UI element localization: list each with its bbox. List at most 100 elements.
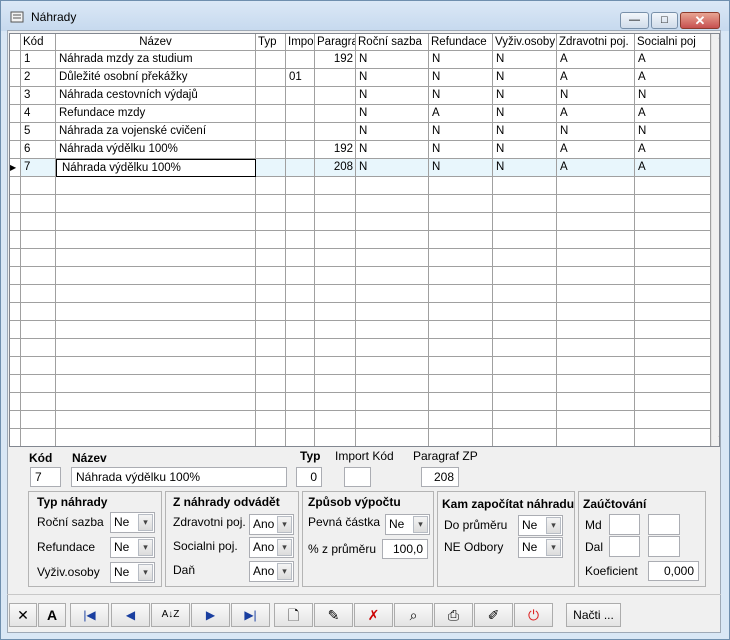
cell-refundace[interactable]: N [429, 123, 493, 141]
cell-zdravotni-poj[interactable]: N [557, 123, 635, 141]
md-input-1[interactable] [609, 514, 640, 535]
cell-vyziv-osoby[interactable]: N [493, 51, 557, 69]
cell-zdravotni-poj[interactable]: A [557, 105, 635, 123]
cell-import[interactable] [286, 87, 315, 105]
power-button[interactable]: ⏻ [514, 603, 553, 627]
cell-vyziv-osoby[interactable]: N [493, 141, 557, 159]
cell-zdravotni-poj[interactable]: A [557, 51, 635, 69]
row-indicator[interactable] [10, 51, 21, 69]
cell-import[interactable] [286, 51, 315, 69]
cell-kod[interactable]: 2 [21, 69, 56, 87]
close-form-button[interactable]: ✕ [9, 603, 37, 627]
column-header-import[interactable]: Impo [286, 34, 315, 51]
new-record-button[interactable]: 🗋 [274, 603, 313, 627]
column-header-refundace[interactable]: Refundace [429, 34, 493, 51]
cell-typ[interactable] [256, 159, 286, 177]
cell-socialni-poj[interactable]: A [635, 105, 711, 123]
minimize-button[interactable]: — [620, 12, 649, 29]
cell-rocni-sazba[interactable]: N [356, 69, 429, 87]
cell-nazev[interactable]: Náhrada cestovních výdajů [56, 87, 256, 105]
refundace-select[interactable]: Ne ▾ [110, 537, 155, 558]
scroll-down-icon[interactable]: ⌄ [712, 430, 719, 441]
pevna-castka-select[interactable]: Ne ▾ [385, 514, 430, 535]
chevron-down-icon[interactable]: ▾ [138, 539, 153, 556]
cell-import[interactable] [286, 123, 315, 141]
chevron-down-icon[interactable]: ▾ [413, 516, 428, 533]
name-edit-input[interactable]: Náhrada výdělku 100% [56, 159, 256, 177]
cell-nazev[interactable]: Důležité osobní překážky [56, 69, 256, 87]
cell-import[interactable]: 01 [286, 69, 315, 87]
cell-refundace[interactable]: N [429, 159, 493, 177]
cell-nazev[interactable]: Náhrada za vojenské cvičení [56, 123, 256, 141]
cell-kod[interactable]: 6 [21, 141, 56, 159]
cell-kod[interactable]: 1 [21, 51, 56, 69]
cell-typ[interactable] [256, 123, 286, 141]
column-header-paragraf[interactable]: Paragra [315, 34, 356, 51]
close-window-button[interactable]: ✕ [680, 12, 720, 29]
cell-paragraf[interactable] [315, 69, 356, 87]
prev-record-button[interactable]: ◀ [111, 603, 150, 627]
cell-refundace[interactable]: A [429, 105, 493, 123]
cell-zdravotni-poj[interactable]: A [557, 141, 635, 159]
cell-import[interactable] [286, 159, 315, 177]
dal-input-2[interactable] [648, 536, 680, 557]
cell-paragraf[interactable] [315, 123, 356, 141]
scroll-up-icon[interactable]: ⌃ [712, 35, 719, 46]
row-indicator[interactable] [10, 339, 21, 357]
cell-kod[interactable]: 5 [21, 123, 56, 141]
cell-vyziv-osoby[interactable]: N [493, 87, 557, 105]
cell-socialni-poj[interactable]: N [635, 123, 711, 141]
row-indicator[interactable] [10, 213, 21, 231]
tools-button[interactable]: ✐ [474, 603, 513, 627]
row-indicator[interactable] [10, 411, 21, 429]
cell-vyziv-osoby[interactable]: N [493, 159, 557, 177]
cell-import[interactable] [286, 105, 315, 123]
chevron-down-icon[interactable]: ▾ [546, 539, 561, 556]
do-prumeru-select[interactable]: Ne ▾ [518, 515, 563, 536]
font-button[interactable]: A [38, 603, 66, 627]
column-header-typ[interactable]: Typ [256, 34, 286, 51]
cell-refundace[interactable]: N [429, 87, 493, 105]
row-indicator[interactable] [10, 195, 21, 213]
chevron-down-icon[interactable]: ▾ [277, 563, 292, 580]
maximize-button[interactable]: □ [651, 12, 678, 29]
cell-rocni-sazba[interactable]: N [356, 123, 429, 141]
column-header-rocni-sazba[interactable]: Roční sazba [356, 34, 429, 51]
row-indicator[interactable] [10, 87, 21, 105]
row-indicator[interactable] [10, 105, 21, 123]
cell-paragraf[interactable] [315, 105, 356, 123]
row-indicator[interactable] [10, 177, 21, 195]
cell-kod[interactable]: 7 [21, 159, 56, 177]
first-record-button[interactable]: |◀ [70, 603, 109, 627]
edit-record-button[interactable]: ✎ [314, 603, 353, 627]
cell-socialni-poj[interactable]: A [635, 141, 711, 159]
cell-nazev[interactable]: Náhrada výdělku 100% [56, 141, 256, 159]
cell-typ[interactable] [256, 141, 286, 159]
row-indicator[interactable] [10, 285, 21, 303]
sort-button[interactable]: A↓Z [151, 603, 190, 627]
cell-rocni-sazba[interactable]: N [356, 159, 429, 177]
dal-input-1[interactable] [609, 536, 640, 557]
next-record-button[interactable]: ▶ [191, 603, 230, 627]
ne-odbory-select[interactable]: Ne ▾ [518, 537, 563, 558]
row-indicator[interactable] [10, 321, 21, 339]
chevron-down-icon[interactable]: ▾ [277, 516, 292, 533]
procent-z-prumeru-input[interactable]: 100,0 [382, 539, 428, 559]
typ-input[interactable]: 0 [296, 467, 322, 487]
cell-paragraf[interactable]: 208 [315, 159, 356, 177]
row-indicator[interactable] [10, 249, 21, 267]
socialni-poj-select[interactable]: Ano ▾ [249, 537, 294, 558]
paragraf-input[interactable]: 208 [421, 467, 459, 487]
row-indicator[interactable] [10, 231, 21, 249]
cell-refundace[interactable]: N [429, 69, 493, 87]
vertical-scrollbar[interactable]: ⌃ ⌄ [711, 34, 719, 446]
row-indicator[interactable]: ▶ [10, 159, 21, 177]
cell-typ[interactable] [256, 105, 286, 123]
cell-rocni-sazba[interactable]: N [356, 87, 429, 105]
row-indicator[interactable] [10, 141, 21, 159]
chevron-down-icon[interactable]: ▾ [546, 517, 561, 534]
cell-kod[interactable]: 4 [21, 105, 56, 123]
rocni-sazba-select[interactable]: Ne ▾ [110, 512, 155, 533]
cell-rocni-sazba[interactable]: N [356, 141, 429, 159]
cell-zdravotni-poj[interactable]: A [557, 69, 635, 87]
